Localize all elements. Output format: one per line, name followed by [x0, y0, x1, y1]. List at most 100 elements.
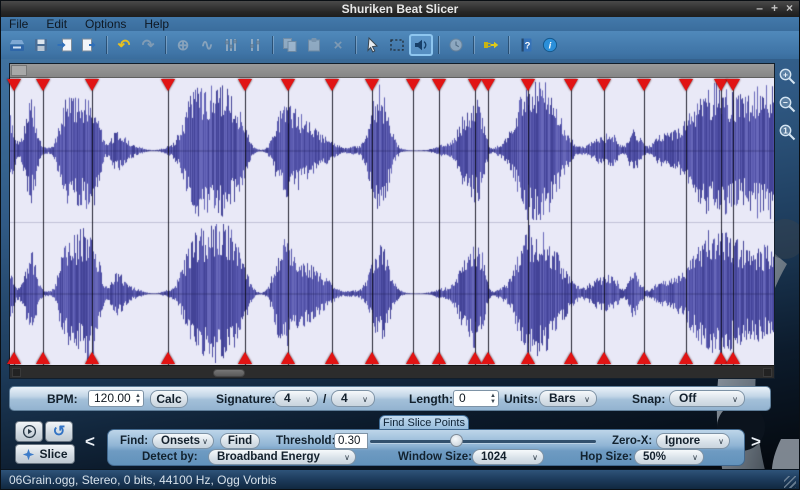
- chevron-down-icon: ∨: [344, 451, 350, 465]
- audition-icon: [413, 37, 429, 53]
- copy-icon: [282, 37, 298, 53]
- signature-label: Signature:: [216, 391, 275, 408]
- help-button[interactable]: ?: [514, 34, 538, 56]
- minimize-button[interactable]: –: [756, 1, 763, 17]
- chevron-down-icon: ∨: [584, 392, 590, 407]
- magnifier-icon: +: [778, 67, 797, 86]
- paste-button: [302, 34, 326, 56]
- snap-select[interactable]: Off∨: [669, 390, 745, 407]
- jack-icon: [483, 37, 499, 53]
- zoom-out-button[interactable]: −: [778, 95, 797, 114]
- calc-button[interactable]: Calc: [150, 390, 188, 408]
- title-bar[interactable]: Shuriken Beat Slicer –+ ×: [1, 1, 799, 17]
- export-audio-file-button[interactable]: [77, 34, 101, 56]
- find-button[interactable]: Find: [220, 433, 260, 449]
- length-spinbox[interactable]: 0 ▲▼: [453, 390, 499, 407]
- status-bar: 06Grain.ogg, Stereo, 0 bits, 44100 Hz, O…: [1, 469, 799, 490]
- zerox-label: Zero-X:: [612, 435, 652, 447]
- menu-help[interactable]: Help: [144, 17, 169, 31]
- chevron-down-icon: ∨: [202, 435, 208, 449]
- toolbar-separator: [165, 36, 166, 54]
- slice-star-icon: [22, 448, 35, 461]
- units-select[interactable]: Bars∨: [539, 390, 597, 407]
- chevron-down-icon: ∨: [305, 392, 311, 407]
- save-icon: [33, 37, 49, 53]
- ruler-handle: [11, 65, 27, 76]
- close-button[interactable]: ×: [786, 1, 793, 17]
- tab-find-slice-points[interactable]: Find Slice Points: [379, 415, 469, 430]
- slice-button[interactable]: Slice: [15, 444, 75, 464]
- horizontal-scrollbar[interactable]: [10, 365, 774, 378]
- waveform-display[interactable]: [10, 79, 774, 365]
- save-project-button[interactable]: [29, 34, 53, 56]
- spin-arrows-icon[interactable]: ▲▼: [490, 391, 496, 406]
- scrollbar-right-cap[interactable]: [763, 368, 772, 377]
- zoom-original-button[interactable]: 1: [778, 123, 797, 142]
- threshold-slider-handle[interactable]: [450, 434, 463, 447]
- file-info-text: 06Grain.ogg, Stereo, 0 bits, 44100 Hz, O…: [9, 473, 277, 487]
- import-audio-file-button[interactable]: [53, 34, 77, 56]
- find-method-select[interactable]: Onsets∨: [152, 433, 214, 449]
- scrollbar-left-cap[interactable]: [12, 368, 21, 377]
- menu-file[interactable]: File: [9, 17, 28, 31]
- timeline-ruler[interactable]: [10, 64, 774, 78]
- menu-options[interactable]: Options: [85, 17, 126, 31]
- wave-icon: ∿: [201, 38, 214, 53]
- chevron-down-icon: ∨: [692, 451, 698, 465]
- hop-size-label: Hop Size:: [580, 451, 632, 463]
- detect-by-select[interactable]: Broadband Energy∨: [208, 449, 356, 465]
- threshold-slider[interactable]: [370, 440, 596, 443]
- pointer-tool-button[interactable]: [361, 34, 385, 56]
- delete-button: ×: [326, 34, 350, 56]
- maximize-button[interactable]: +: [771, 1, 778, 17]
- selection-tool-button[interactable]: [385, 34, 409, 56]
- help-icon: ?: [518, 37, 534, 53]
- magnifier-icon: −: [778, 95, 797, 114]
- units-label: Units:: [504, 391, 538, 408]
- bpm-bar: BPM: 120.00 ▲▼ Calc Signature: 4∨ / 4∨ L…: [9, 386, 771, 411]
- open-project-button[interactable]: [5, 34, 29, 56]
- gain-icon: ⊕: [177, 38, 190, 53]
- select-icon: [389, 37, 405, 53]
- scrollbar-handle[interactable]: [213, 369, 244, 377]
- sliders-v-icon: [223, 37, 239, 53]
- zerox-select[interactable]: Ignore∨: [656, 433, 730, 449]
- jack-sync-button[interactable]: [479, 34, 503, 56]
- threshold-input[interactable]: 0.30: [334, 433, 368, 449]
- length-label: Length:: [409, 391, 453, 408]
- waveform-view[interactable]: [9, 63, 775, 379]
- about-button[interactable]: i: [538, 34, 562, 56]
- left-chevron-button[interactable]: <: [85, 433, 95, 450]
- signature-numerator-select[interactable]: 4∨: [274, 390, 318, 407]
- main-area: + − 1 BPM: 120.00 ▲▼ Calc Signature: 4∨ / …: [1, 59, 799, 469]
- detect-by-label: Detect by:: [142, 451, 198, 463]
- svg-text:1: 1: [783, 126, 788, 136]
- resize-grip[interactable]: [784, 476, 796, 488]
- play-button[interactable]: [15, 421, 43, 442]
- loop-play-button[interactable]: ↺: [45, 421, 73, 442]
- bpm-spinbox[interactable]: 120.00 ▲▼: [88, 390, 144, 407]
- open-icon: [9, 37, 25, 53]
- menu-bar: File Edit Options Help: [1, 17, 799, 31]
- undo-icon: ↶: [118, 38, 131, 53]
- svg-text:?: ?: [525, 41, 531, 52]
- window-size-select[interactable]: 1024∨: [472, 449, 544, 465]
- envelope-button: [243, 34, 267, 56]
- signature-denominator-select[interactable]: 4∨: [331, 390, 375, 407]
- zoom-in-button[interactable]: +: [778, 67, 797, 86]
- right-chevron-button[interactable]: >: [751, 433, 761, 450]
- undo-button[interactable]: ↶: [112, 34, 136, 56]
- window-controls: –+ ×: [756, 1, 793, 17]
- window-title: Shuriken Beat Slicer: [342, 2, 459, 16]
- signature-divider: /: [323, 391, 326, 408]
- paste-icon: [306, 37, 322, 53]
- audition-tool-button[interactable]: [409, 34, 433, 56]
- spin-arrows-icon[interactable]: ▲▼: [135, 391, 141, 406]
- export-icon: [81, 37, 97, 53]
- waveform-canvas[interactable]: [10, 79, 774, 365]
- window-size-label: Window Size:: [398, 451, 472, 463]
- hop-size-select[interactable]: 50%∨: [634, 449, 704, 465]
- threshold-label: Threshold:: [276, 435, 335, 447]
- redo-button: ↷: [136, 34, 160, 56]
- menu-edit[interactable]: Edit: [46, 17, 67, 31]
